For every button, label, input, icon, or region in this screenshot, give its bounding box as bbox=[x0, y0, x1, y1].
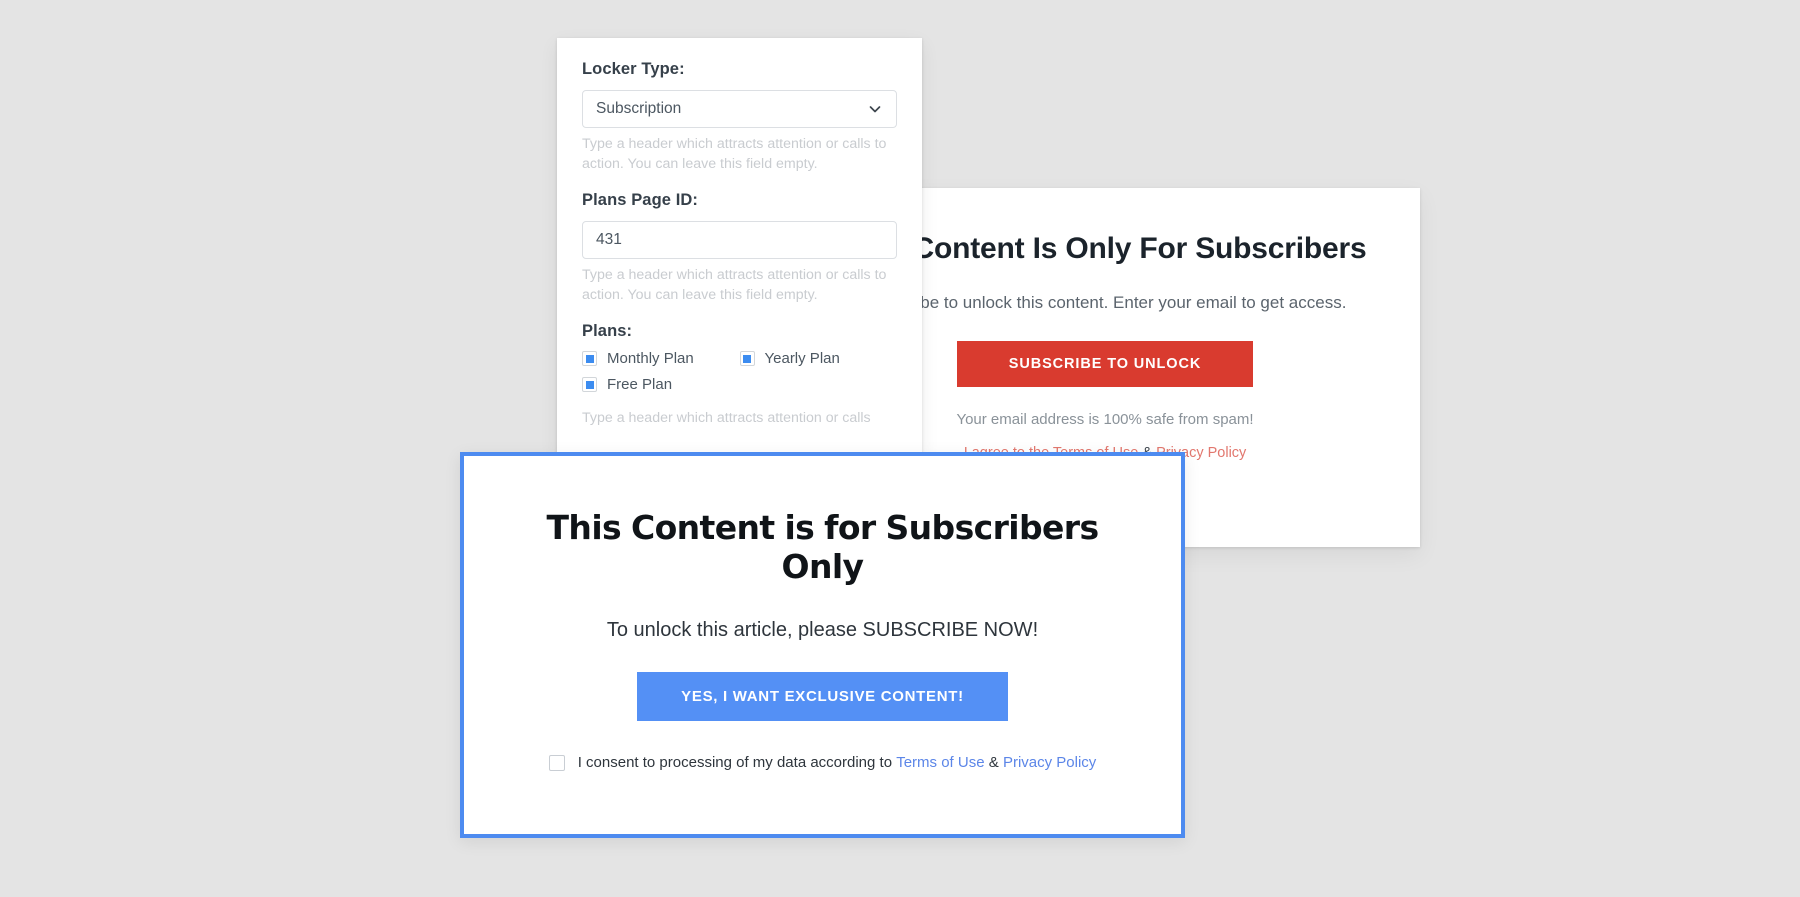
modal-subtitle: To unlock this article, please SUBSCRIBE… bbox=[606, 619, 1039, 641]
consent-text: I consent to processing of my data accor… bbox=[577, 754, 893, 771]
locker-type-label: Locker Type: bbox=[582, 60, 685, 78]
checkbox-icon[interactable] bbox=[582, 351, 597, 367]
locker-settings-panel: Locker Type: Subscription Type a header … bbox=[557, 38, 922, 456]
plan-option-free[interactable]: Free Plan bbox=[582, 376, 740, 393]
subscribers-only-modal: This Content is for Subscribers Only To … bbox=[460, 452, 1185, 838]
plans-label: Plans: bbox=[582, 322, 633, 341]
plan-option-yearly[interactable]: Yearly Plan bbox=[739, 350, 898, 368]
checkbox-icon[interactable] bbox=[739, 351, 755, 367]
modal-terms-of-use-link[interactable]: Terms of Use bbox=[896, 754, 984, 771]
checkbox-icon[interactable] bbox=[582, 377, 597, 393]
plans-page-id-input[interactable]: 431 bbox=[582, 221, 897, 260]
modal-privacy-policy-link[interactable]: Privacy Policy bbox=[1003, 754, 1096, 771]
locker-type-help-text: Type a header which attracts attention o… bbox=[582, 136, 887, 172]
modal-title: This Content is for Subscribers Only bbox=[546, 508, 1100, 586]
plan-option-label: Monthly Plan bbox=[607, 350, 694, 368]
plan-option-monthly[interactable]: Monthly Plan bbox=[582, 350, 740, 367]
consent-checkbox-icon[interactable] bbox=[548, 754, 565, 771]
plans-page-id-help-text: Type a header which attracts attention o… bbox=[582, 267, 887, 303]
consent-row: I consent to processing of my data accor… bbox=[504, 754, 1141, 771]
plan-option-label: Yearly Plan bbox=[764, 350, 840, 368]
consent-ampersand: & bbox=[988, 754, 999, 771]
plans-page-id-label: Plans Page ID: bbox=[582, 191, 699, 210]
plan-option-label: Free Plan bbox=[607, 376, 673, 394]
screen: This Content Is Only For Subscribers Sub… bbox=[0, 0, 1800, 897]
locker-type-select[interactable]: Subscription bbox=[582, 90, 897, 128]
chevron-down-icon bbox=[868, 102, 882, 116]
plans-checkbox-group: Monthly Plan Yearly Plan Free Plan bbox=[582, 350, 897, 402]
exclusive-content-button[interactable]: YES, I WANT EXCLUSIVE CONTENT! bbox=[637, 672, 1008, 721]
subscribe-to-unlock-button[interactable]: SUBSCRIBE TO UNLOCK bbox=[956, 341, 1254, 387]
plans-help-text: Type a header which attracts attention o… bbox=[582, 410, 871, 427]
locker-type-value: Subscription bbox=[596, 100, 682, 117]
